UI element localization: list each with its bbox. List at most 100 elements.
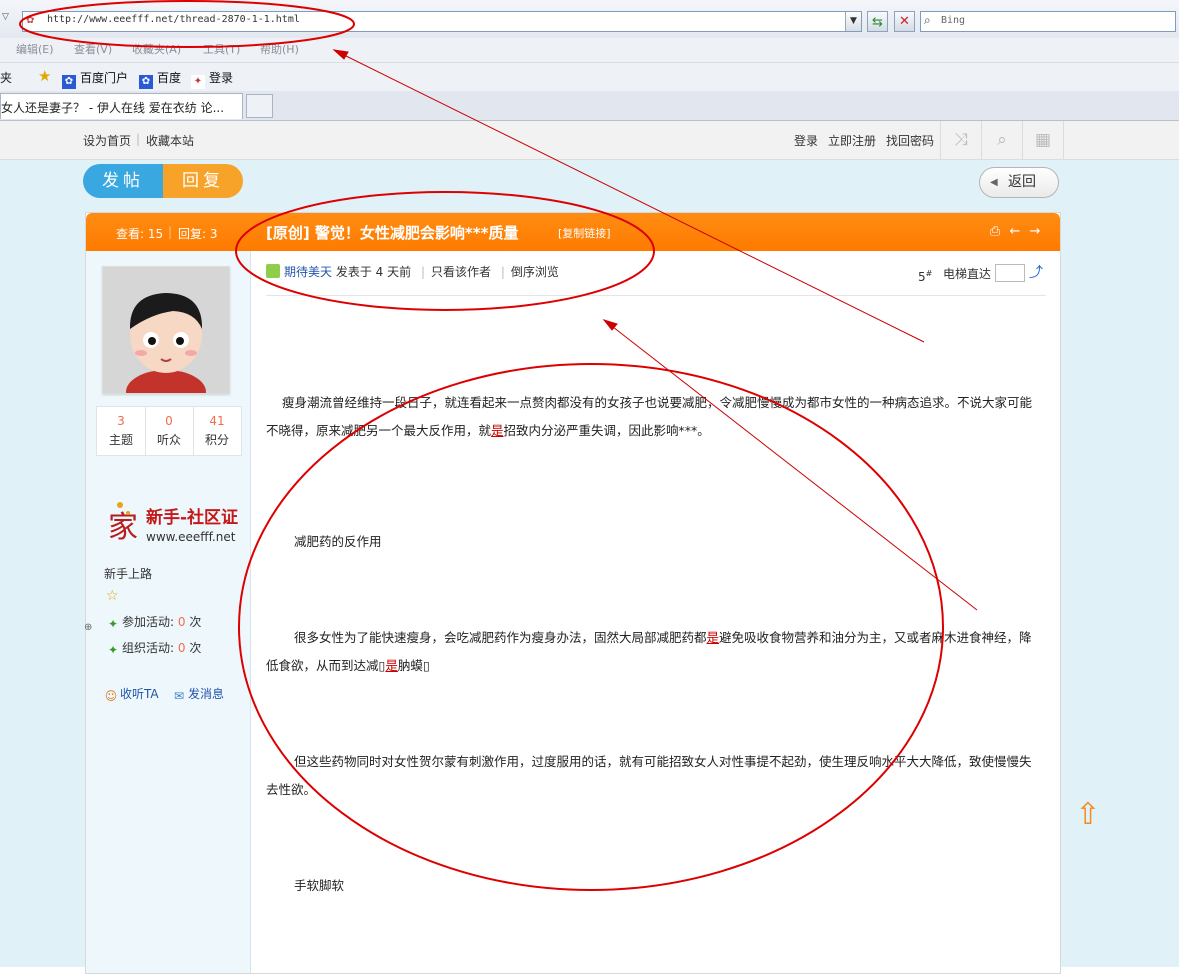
stat-threads[interactable]: 3 主题 bbox=[97, 407, 145, 455]
avatar[interactable] bbox=[102, 266, 230, 394]
jump-to-floor-input[interactable] bbox=[995, 264, 1025, 282]
paragraph-heading: 手软脚软 bbox=[294, 878, 345, 893]
recover-password-link[interactable]: 找回密码 bbox=[886, 132, 934, 149]
paragraph: 很多女性为了能快速瘦身，会吃减肥药作为瘦身办法，固然大局部减肥药都是避免吸收食物… bbox=[266, 624, 1041, 680]
divider: | bbox=[168, 225, 173, 239]
menu-favorites[interactable]: 收藏夹(A) bbox=[132, 41, 181, 57]
register-link[interactable]: 立即注册 bbox=[828, 132, 876, 149]
history-dropdown-icon[interactable]: ▽ bbox=[2, 12, 12, 26]
divider: | bbox=[500, 265, 505, 279]
author-link[interactable]: 期待美天 bbox=[284, 265, 332, 279]
activity-unit: 次 bbox=[189, 641, 202, 655]
share-icon[interactable]: ⊕ bbox=[84, 622, 92, 633]
menu-view[interactable]: 查看(V) bbox=[74, 41, 112, 57]
scroll-to-top-icon[interactable]: ⇧ bbox=[1072, 798, 1104, 832]
copy-link[interactable]: [复制链接] bbox=[558, 225, 611, 241]
jump-go-icon[interactable]: ⤴ bbox=[1029, 262, 1043, 282]
runner-icon: ✦ bbox=[107, 643, 119, 657]
text: 招致内分泌严重失调，因此影响***。 bbox=[503, 423, 710, 438]
back-button[interactable]: ◀ 返回 bbox=[979, 167, 1059, 198]
favicon-icon: ✿ bbox=[26, 15, 35, 26]
stat-number: 0 bbox=[165, 414, 173, 428]
reply-count: 回复: 3 bbox=[178, 227, 218, 241]
new-tab-button[interactable] bbox=[246, 94, 273, 118]
activity-join: ✦ 参加活动: 0 次 bbox=[106, 613, 201, 631]
baidu-paw-icon: ✿ bbox=[62, 75, 76, 89]
paragraph: 但这些药物同时对女性贺尔蒙有刺激作用，过度服用的话，就有可能招致女人对性事提不起… bbox=[266, 754, 1032, 797]
svg-text:家: 家 bbox=[108, 510, 138, 545]
menu-tools[interactable]: 工具(T) bbox=[203, 41, 240, 57]
missing-glyph: ▯ bbox=[422, 658, 430, 673]
favorite-link-baidu[interactable]: ✿ 百度 bbox=[139, 69, 181, 89]
site-logo-icon: ✦ bbox=[191, 75, 205, 89]
message-label: 发消息 bbox=[188, 687, 225, 701]
divider bbox=[266, 295, 1046, 296]
login-link[interactable]: 登录 bbox=[794, 132, 818, 149]
tab-active[interactable]: 女人还是妻子？ - 伊人在线 爱在衣纺 论... bbox=[0, 93, 243, 119]
activity-label: 参加活动: bbox=[122, 615, 175, 629]
post-container: 查看: 15 | 回复: 3 [原创] 警觉！女性减肥会影响***质量 [复制链… bbox=[85, 212, 1061, 974]
search-box[interactable]: ⌕ Bing bbox=[920, 11, 1176, 32]
newbie-badge-logo-icon: 家 新手-社区证 www.eeefff.net bbox=[108, 502, 238, 545]
stat-points[interactable]: 41 积分 bbox=[193, 407, 241, 455]
add-friend-icon: ☺ bbox=[104, 689, 118, 703]
stop-button[interactable]: ✕ bbox=[894, 11, 915, 32]
baidu-paw-icon: ✿ bbox=[139, 75, 153, 89]
add-favorite-star-icon[interactable]: ★ bbox=[38, 67, 56, 85]
favorites-bar: 夹 ★ ✿ 百度门户 ✿ 百度 ✦ 登录 bbox=[0, 62, 1179, 89]
post-time: 发表于 4 天前 bbox=[335, 265, 412, 279]
print-icon[interactable]: ⎙ bbox=[987, 224, 1003, 240]
divider: | bbox=[420, 265, 425, 279]
next-thread-icon[interactable]: → bbox=[1027, 224, 1043, 240]
search-icon: ⌕ bbox=[924, 13, 931, 27]
menu-help[interactable]: 帮助(H) bbox=[260, 41, 299, 57]
favorite-link-baidu-portal[interactable]: ✿ 百度门户 bbox=[62, 69, 128, 89]
only-author-link[interactable]: 只看该作者 bbox=[431, 265, 491, 279]
reverse-order-link[interactable]: 倒序浏览 bbox=[511, 265, 559, 279]
follow-label: 收听TA bbox=[120, 687, 159, 701]
highlighted-link[interactable]: 是 bbox=[385, 658, 398, 673]
divider: | bbox=[136, 132, 141, 146]
refresh-button[interactable]: ⇆ bbox=[867, 11, 888, 32]
svg-text:www.eeefff.net: www.eeefff.net bbox=[146, 530, 236, 544]
browser-chrome: ▽ ✿ http://www.eeefff.net/thread-2870-1-… bbox=[0, 0, 1179, 121]
favorite-label: 百度门户 bbox=[80, 71, 129, 85]
favorite-link-login[interactable]: ✦ 登录 bbox=[191, 69, 233, 89]
rank-star-icon: ☆ bbox=[106, 588, 119, 604]
envelope-icon: ✉ bbox=[173, 689, 185, 703]
online-status-icon bbox=[266, 264, 280, 278]
previous-thread-icon[interactable]: ← bbox=[1007, 224, 1023, 240]
search-icon[interactable]: ⌕ bbox=[981, 121, 1022, 159]
highlighted-link[interactable]: 是 bbox=[491, 423, 504, 438]
floor-value: 5 bbox=[918, 270, 926, 284]
svg-text:新手-社区证: 新手-社区证 bbox=[146, 507, 238, 528]
search-placeholder[interactable]: Bing bbox=[941, 15, 965, 26]
stat-followers[interactable]: 0 听众 bbox=[145, 407, 193, 455]
highlighted-link[interactable]: 是 bbox=[707, 630, 720, 645]
address-bar[interactable]: ✿ http://www.eeefff.net/thread-2870-1-1.… bbox=[22, 11, 862, 32]
activity-count: 0 bbox=[177, 615, 186, 629]
grid-menu-icon[interactable]: ▦ bbox=[1022, 121, 1064, 159]
view-count: 查看: 15 bbox=[116, 227, 164, 241]
stat-number: 3 bbox=[117, 414, 125, 428]
new-post-button[interactable]: 发帖 bbox=[83, 164, 163, 198]
follow-link[interactable]: ☺ 收听TA bbox=[104, 685, 159, 703]
favorites-label[interactable]: 夹 bbox=[0, 69, 12, 86]
floor-suffix: # bbox=[925, 269, 933, 278]
reply-button[interactable]: 回复 bbox=[163, 164, 243, 198]
url-text[interactable]: http://www.eeefff.net/thread-2870-1-1.ht… bbox=[47, 14, 300, 25]
avatar-cartoon-icon bbox=[103, 267, 229, 393]
bookmark-site-link[interactable]: 收藏本站 bbox=[146, 132, 194, 149]
tab-bar: 女人还是妻子？ - 伊人在线 爱在衣纺 论... bbox=[0, 91, 1179, 120]
stat-label: 积分 bbox=[204, 433, 229, 447]
stat-label: 听众 bbox=[156, 433, 181, 447]
send-message-link[interactable]: ✉ 发消息 bbox=[172, 685, 224, 703]
address-dropdown-button[interactable]: ▼ bbox=[845, 12, 861, 31]
post-meta: 期待美天 发表于 4 天前 | 只看该作者 | 倒序浏览 bbox=[266, 263, 559, 280]
menu-edit[interactable]: 编辑(E) bbox=[16, 41, 54, 57]
address-bar-row: ▽ ✿ http://www.eeefff.net/thread-2870-1-… bbox=[0, 0, 1179, 38]
paragraph: 瘦身潮流曾经维持一段日子，就连看起来一点赘肉都没有的女孩子也说要减肥，令减肥慢慢… bbox=[266, 389, 1041, 445]
tab-title: 女人还是妻子？ - 伊人在线 爱在衣纺 论... bbox=[1, 101, 225, 115]
set-homepage-link[interactable]: 设为首页 bbox=[83, 132, 131, 149]
shuffle-icon[interactable]: ⤨ bbox=[940, 121, 981, 159]
